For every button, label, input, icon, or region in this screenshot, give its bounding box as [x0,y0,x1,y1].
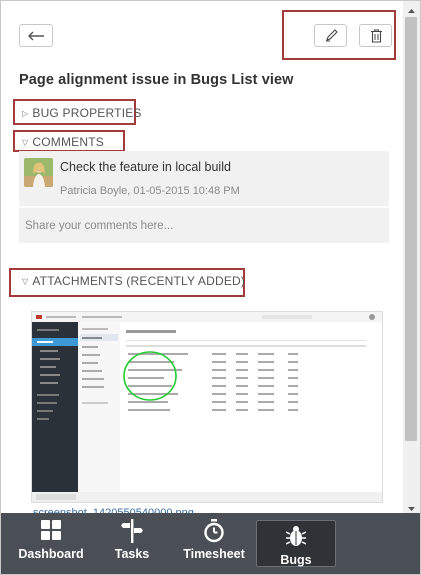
bottom-nav: Dashboard Tasks Timesheet Bugs [1,513,420,574]
comments-panel: Check the feature in local build Patrici… [19,151,389,243]
back-arrow-icon [28,31,44,41]
nav-timesheet-label: Timesheet [183,547,245,561]
trash-icon [371,29,382,43]
attachment-thumbnail[interactable] [31,311,383,503]
attachments-toggle[interactable]: ▽ ATTACHMENTS (RECENTLY ADDED) [22,274,245,288]
nav-dashboard-label: Dashboard [18,547,84,561]
avatar [24,158,53,187]
collapse-triangle-icon: ▽ [22,138,29,147]
nav-dashboard[interactable]: Dashboard [15,519,87,565]
edit-button[interactable] [314,24,347,47]
scroll-up-arrow-icon[interactable] [403,3,420,13]
back-button[interactable] [19,24,53,47]
pencil-icon [326,29,338,42]
delete-button[interactable] [359,24,392,47]
bug-detail-view: Page alignment issue in Bugs List view ▷… [0,0,421,575]
comments-label: COMMENTS [32,135,104,149]
nav-bugs-label: Bugs [280,553,312,567]
comment-author-date: Patricia Boyle, 01-05-2015 10:48 PM [60,185,240,197]
tasks-signpost-icon [121,519,143,546]
dashboard-grid-icon [40,519,62,544]
scroll-down-arrow-icon[interactable] [403,501,420,511]
nav-timesheet[interactable]: Timesheet [179,519,249,565]
nav-tasks-label: Tasks [114,547,150,561]
comment-text: Check the feature in local build [60,160,231,174]
collapse-triangle-icon: ▽ [22,277,29,286]
bug-title: Page alignment issue in Bugs List view [19,72,294,88]
bug-properties-label: BUG PROPERTIES [32,106,142,120]
bug-properties-toggle[interactable]: ▷ BUG PROPERTIES [22,106,142,120]
attachments-label: ATTACHMENTS (RECENTLY ADDED) [32,274,246,288]
expand-triangle-icon: ▷ [22,109,29,118]
nav-bugs[interactable]: Bugs [256,520,336,567]
scrollbar[interactable] [403,1,420,513]
comment-item: Check the feature in local build Patrici… [19,151,389,206]
attachment-preview-image [32,312,382,502]
divider [19,206,389,208]
share-comment-input[interactable] [19,213,389,239]
bug-icon [285,525,307,550]
nav-tasks[interactable]: Tasks [105,519,159,565]
scroll-thumb[interactable] [405,17,417,441]
stopwatch-icon [203,519,225,546]
comments-toggle[interactable]: ▽ COMMENTS [22,135,104,149]
